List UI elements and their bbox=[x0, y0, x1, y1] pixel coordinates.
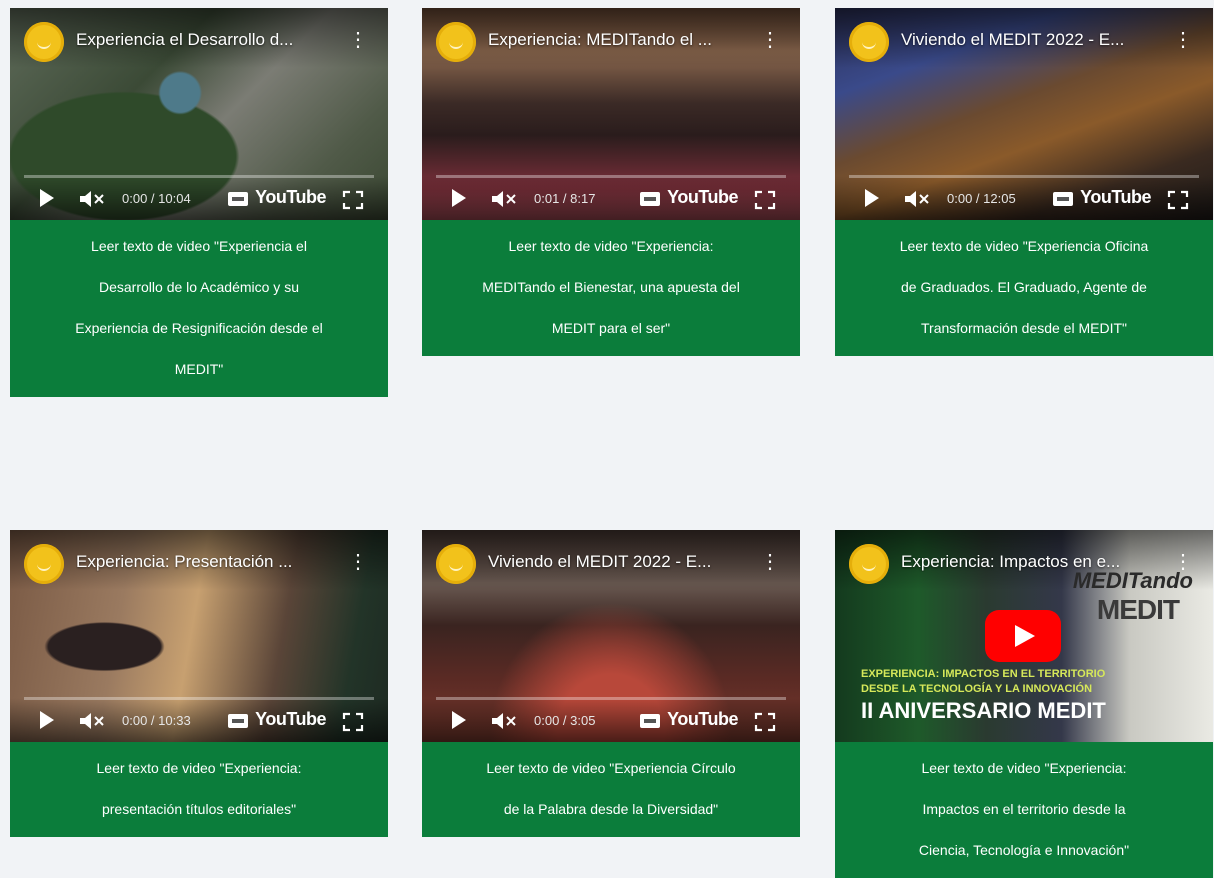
video-caption-link[interactable]: Leer texto de video "Experiencia Oficina… bbox=[835, 220, 1213, 356]
play-icon[interactable] bbox=[40, 711, 54, 729]
more-options-icon[interactable]: ⋮ bbox=[760, 552, 780, 574]
channel-avatar[interactable] bbox=[436, 544, 476, 584]
video-card: Viviendo el MEDIT 2022 - E... ⋮ 0:00 / 3… bbox=[422, 530, 800, 837]
mute-icon[interactable] bbox=[490, 188, 518, 210]
subtitles-icon[interactable] bbox=[640, 192, 660, 206]
anniversary-banner: II ANIVERSARIO MEDIT bbox=[861, 698, 1106, 723]
channel-avatar[interactable] bbox=[436, 22, 476, 62]
mute-icon[interactable] bbox=[78, 188, 106, 210]
video-title[interactable]: Experiencia el Desarrollo d... bbox=[76, 30, 342, 50]
channel-avatar[interactable] bbox=[849, 544, 889, 584]
play-icon[interactable] bbox=[865, 189, 879, 207]
video-caption-link[interactable]: Leer texto de video "Experiencia el Desa… bbox=[10, 220, 388, 397]
play-icon[interactable] bbox=[452, 711, 466, 729]
more-options-icon[interactable]: ⋮ bbox=[760, 30, 780, 52]
time-display: 0:01 / 8:17 bbox=[534, 191, 596, 206]
channel-avatar[interactable] bbox=[24, 544, 64, 584]
youtube-logo[interactable]: YouTube bbox=[667, 187, 738, 208]
channel-avatar[interactable] bbox=[24, 22, 64, 62]
video-player[interactable]: Experiencia: Impactos en e... ⋮ MEDITand… bbox=[835, 530, 1213, 742]
youtube-logo[interactable]: YouTube bbox=[667, 709, 738, 730]
play-button-icon[interactable] bbox=[985, 610, 1061, 662]
fullscreen-icon[interactable] bbox=[754, 712, 776, 732]
subtitles-icon[interactable] bbox=[228, 192, 248, 206]
play-icon[interactable] bbox=[40, 189, 54, 207]
mute-icon[interactable] bbox=[78, 710, 106, 732]
video-headline-line1: EXPERIENCIA: IMPACTOS EN EL TERRITORIO bbox=[861, 668, 1106, 680]
progress-bar[interactable] bbox=[436, 697, 786, 700]
video-title[interactable]: Experiencia: Presentación ... bbox=[76, 552, 342, 572]
video-card: Experiencia: Impactos en e... ⋮ MEDITand… bbox=[835, 530, 1213, 878]
subtitles-icon[interactable] bbox=[228, 714, 248, 728]
video-title[interactable]: Viviendo el MEDIT 2022 - E... bbox=[488, 552, 754, 572]
video-player[interactable]: Viviendo el MEDIT 2022 - E... ⋮ 0:00 / 3… bbox=[422, 530, 800, 742]
mute-icon[interactable] bbox=[490, 710, 518, 732]
more-options-icon[interactable]: ⋮ bbox=[348, 30, 368, 52]
video-caption-link[interactable]: Leer texto de video "Experiencia: Impact… bbox=[835, 742, 1213, 878]
fullscreen-icon[interactable] bbox=[342, 190, 364, 210]
video-caption-link[interactable]: Leer texto de video "Experiencia: presen… bbox=[10, 742, 388, 837]
video-card: Experiencia: Presentación ... ⋮ 0:00 / 1… bbox=[10, 530, 388, 837]
video-caption-link[interactable]: Leer texto de video "Experiencia: MEDITa… bbox=[422, 220, 800, 356]
subtitles-icon[interactable] bbox=[1053, 192, 1073, 206]
video-headline-line2: DESDE LA TECNOLOGÍA Y LA INNOVACIÓN bbox=[861, 683, 1093, 695]
progress-bar[interactable] bbox=[849, 175, 1199, 178]
progress-bar[interactable] bbox=[436, 175, 786, 178]
fullscreen-icon[interactable] bbox=[754, 190, 776, 210]
video-player[interactable]: Viviendo el MEDIT 2022 - E... ⋮ 0:00 / 1… bbox=[835, 8, 1213, 220]
youtube-logo[interactable]: YouTube bbox=[255, 187, 326, 208]
youtube-logo[interactable]: YouTube bbox=[255, 709, 326, 730]
progress-bar[interactable] bbox=[24, 697, 374, 700]
more-options-icon[interactable]: ⋮ bbox=[348, 552, 368, 574]
time-display: 0:00 / 12:05 bbox=[947, 191, 1016, 206]
time-display: 0:00 / 10:33 bbox=[122, 713, 191, 728]
brand-overlay: MEDITando bbox=[1072, 568, 1193, 593]
time-display: 0:00 / 10:04 bbox=[122, 191, 191, 206]
subtitles-icon[interactable] bbox=[640, 714, 660, 728]
more-options-icon[interactable]: ⋮ bbox=[1173, 30, 1193, 52]
play-icon[interactable] bbox=[452, 189, 466, 207]
mute-icon[interactable] bbox=[903, 188, 931, 210]
video-card: Experiencia el Desarrollo d... ⋮ 0:00 / … bbox=[10, 8, 388, 397]
time-display: 0:00 / 3:05 bbox=[534, 713, 596, 728]
brand-overlay-sub: MEDIT bbox=[1096, 594, 1180, 625]
fullscreen-icon[interactable] bbox=[1167, 190, 1189, 210]
video-player[interactable]: Experiencia: MEDITando el ... ⋮ 0:01 / 8… bbox=[422, 8, 800, 220]
channel-avatar[interactable] bbox=[849, 22, 889, 62]
video-card: Viviendo el MEDIT 2022 - E... ⋮ 0:00 / 1… bbox=[835, 8, 1213, 356]
fullscreen-icon[interactable] bbox=[342, 712, 364, 732]
video-title[interactable]: Viviendo el MEDIT 2022 - E... bbox=[901, 30, 1167, 50]
video-player[interactable]: Experiencia el Desarrollo d... ⋮ 0:00 / … bbox=[10, 8, 388, 220]
video-title[interactable]: Experiencia: MEDITando el ... bbox=[488, 30, 754, 50]
video-card: Experiencia: MEDITando el ... ⋮ 0:01 / 8… bbox=[422, 8, 800, 356]
youtube-logo[interactable]: YouTube bbox=[1080, 187, 1151, 208]
video-caption-link[interactable]: Leer texto de video "Experiencia Círculo… bbox=[422, 742, 800, 837]
video-player[interactable]: Experiencia: Presentación ... ⋮ 0:00 / 1… bbox=[10, 530, 388, 742]
progress-bar[interactable] bbox=[24, 175, 374, 178]
